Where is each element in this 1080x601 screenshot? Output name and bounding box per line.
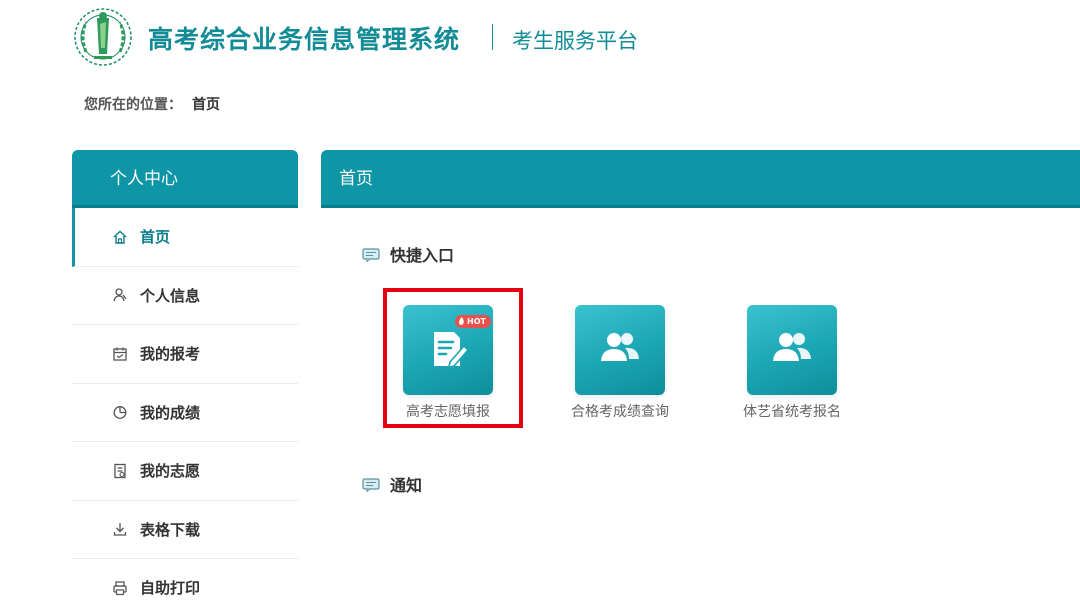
notice-section-title: 通知 — [362, 472, 422, 496]
message-icon — [362, 247, 380, 263]
users-icon — [768, 324, 816, 376]
sidebar-item-scores[interactable]: 我的成绩 — [72, 384, 298, 442]
sidebar-item-print[interactable]: 自助打印 — [72, 559, 298, 601]
sidebar-item-label: 个人信息 — [140, 286, 201, 305]
main-panel-title: 首页 — [321, 150, 1080, 208]
home-icon — [112, 229, 128, 245]
document-icon — [112, 463, 128, 479]
sidebar-item-label: 自助打印 — [140, 579, 201, 598]
breadcrumb-prefix: 您所在的位置： — [84, 97, 182, 113]
emblem-icon — [72, 4, 134, 70]
sidebar-item-label: 我的成绩 — [140, 403, 201, 422]
download-icon — [112, 521, 128, 537]
quick-link-tile[interactable] — [747, 305, 837, 395]
sidebar-title: 个人中心 — [72, 150, 298, 208]
users-icon — [596, 324, 644, 376]
system-title: 高考综合业务信息管理系统 — [148, 25, 461, 54]
printer-icon — [112, 580, 128, 596]
sidebar-item-label: 表格下载 — [140, 520, 201, 539]
sidebar-item-home[interactable]: 首页 — [72, 208, 298, 267]
user-icon — [112, 287, 128, 303]
section-title-text: 快捷入口 — [390, 246, 455, 265]
quick-link-arts-exam-signup[interactable]: 体艺省统考报名 — [727, 305, 857, 421]
quick-link-label[interactable]: 体艺省统考报名 — [727, 401, 857, 421]
breadcrumb-current[interactable]: 首页 — [192, 97, 220, 113]
calendar-icon — [112, 346, 128, 362]
section-title-text: 通知 — [390, 476, 423, 495]
sidebar-item-registration[interactable]: 我的报考 — [72, 325, 298, 384]
sidebar-item-label: 首页 — [140, 228, 171, 247]
main-panel: 首页 快捷入口 HOT 高考志愿填报 合格考成绩查询 体艺省统考报名 通知 — [321, 150, 1080, 601]
breadcrumb: 您所在的位置： 首页 — [84, 94, 220, 114]
sidebar-item-label: 我的报考 — [140, 345, 201, 364]
sidebar: 个人中心 首页 个人信息 我的报考 我的成绩 我的志愿 表格下载 自助打印 — [72, 150, 298, 601]
quick-entry-section-title: 快捷入口 — [362, 242, 454, 266]
quick-link-label[interactable]: 合格考成绩查询 — [555, 401, 685, 421]
pie-chart-icon — [112, 404, 128, 420]
platform-subtitle: 考生服务平台 — [512, 29, 638, 53]
title-divider — [492, 24, 493, 50]
sidebar-item-personal-info[interactable]: 个人信息 — [72, 267, 298, 325]
sidebar-item-volunteer[interactable]: 我的志愿 — [72, 442, 298, 501]
quick-link-tile[interactable] — [575, 305, 665, 395]
header: 高考综合业务信息管理系统 考生服务平台 — [0, 0, 1080, 80]
highlight-box — [383, 288, 523, 428]
message-icon — [362, 477, 380, 493]
sidebar-item-label: 我的志愿 — [140, 462, 201, 481]
quick-link-qualification-score[interactable]: 合格考成绩查询 — [555, 305, 685, 421]
sidebar-item-download[interactable]: 表格下载 — [72, 501, 298, 559]
